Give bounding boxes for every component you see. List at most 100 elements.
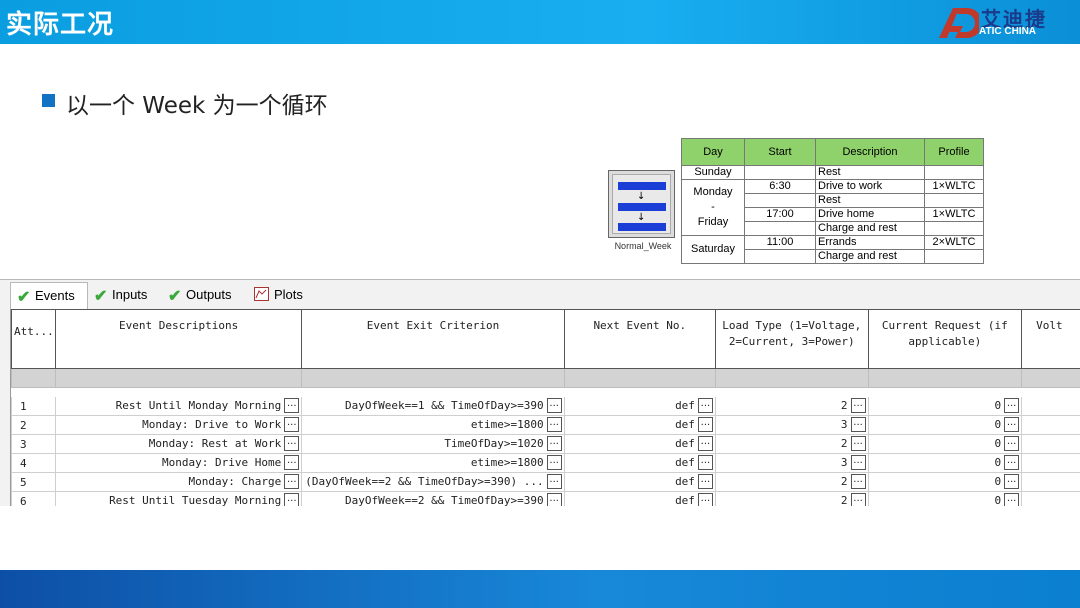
volt-cell[interactable] xyxy=(1021,472,1080,492)
ellipsis-button[interactable]: ... xyxy=(1004,493,1020,506)
tab-inputs[interactable]: ✔ Inputs xyxy=(88,282,164,308)
load-type-cell[interactable]: 2... xyxy=(714,491,869,506)
exit-criterion-cell[interactable]: etime>=1800... xyxy=(301,453,565,473)
volt-cell[interactable] xyxy=(1021,415,1080,435)
schedule-start: 17:00 xyxy=(744,207,816,222)
col-header-next-event[interactable]: Next Event No. xyxy=(563,309,716,369)
exit-criterion-cell[interactable]: etime>=1800... xyxy=(301,415,565,435)
next-event-cell[interactable]: def... xyxy=(563,491,716,506)
ellipsis-button[interactable]: ... xyxy=(546,436,562,451)
events-grid-container[interactable]: Att... Event Descriptions Event Exit Cri… xyxy=(10,309,1080,506)
volt-cell[interactable] xyxy=(1021,491,1080,506)
ellipsis-button[interactable]: ... xyxy=(850,455,866,470)
schedule-profile: 2×WLTC xyxy=(924,235,984,250)
ellipsis-button[interactable]: ... xyxy=(284,493,300,506)
table-row[interactable]: 3 Monday: Rest at Work... TimeOfDay>=1020.… xyxy=(11,434,1080,454)
ellipsis-button[interactable]: ... xyxy=(1004,474,1020,489)
exit-criterion-cell[interactable]: (DayOfWeek==2 && TimeOfDay>=390) ...... xyxy=(301,472,565,492)
ellipsis-button[interactable]: ... xyxy=(850,474,866,489)
schedule-day-saturday: Saturday xyxy=(681,235,745,264)
event-description-cell[interactable]: Monday: Rest at Work... xyxy=(54,434,303,454)
ellipsis-button[interactable]: ... xyxy=(546,493,562,506)
event-description-cell[interactable]: Monday: Charge... xyxy=(54,472,303,492)
current-request-cell[interactable]: 0... xyxy=(867,472,1023,492)
schedule-start xyxy=(744,249,816,264)
normal-week-block[interactable]: ↓ ↓ xyxy=(608,170,675,238)
down-arrow-icon: ↓ xyxy=(637,212,646,223)
volt-cell[interactable] xyxy=(1021,396,1080,416)
cell-value: Monday: Charge xyxy=(188,475,282,488)
current-request-cell[interactable]: 0... xyxy=(867,396,1023,416)
ellipsis-button[interactable]: ... xyxy=(284,417,300,432)
exit-criterion-cell[interactable]: DayOfWeek==2 && TimeOfDay>=390... xyxy=(301,491,565,506)
exit-criterion-cell[interactable]: DayOfWeek==1 && TimeOfDay>=390... xyxy=(301,396,565,416)
tab-plots[interactable]: Plots xyxy=(250,282,322,308)
ellipsis-button[interactable]: ... xyxy=(697,417,713,432)
cell-value: def xyxy=(675,456,695,469)
ellipsis-button[interactable]: ... xyxy=(546,417,562,432)
current-request-cell[interactable]: 0... xyxy=(867,453,1023,473)
next-event-cell[interactable]: def... xyxy=(563,434,716,454)
col-header-event-descriptions[interactable]: Event Descriptions xyxy=(54,309,303,369)
ellipsis-button[interactable]: ... xyxy=(1004,455,1020,470)
col-header-att[interactable]: Att... xyxy=(11,309,56,369)
load-type-cell[interactable]: 2... xyxy=(714,434,869,454)
ellipsis-button[interactable]: ... xyxy=(284,455,300,470)
tab-outputs[interactable]: ✔ Outputs xyxy=(162,282,246,308)
col-header-exit-criterion[interactable]: Event Exit Criterion xyxy=(301,309,565,369)
schedule-description: Charge and rest xyxy=(815,249,925,264)
ellipsis-button[interactable]: ... xyxy=(697,436,713,451)
tab-events[interactable]: ✔ Events xyxy=(10,282,88,309)
event-description-cell[interactable]: Rest Until Monday Morning... xyxy=(54,396,303,416)
ellipsis-button[interactable]: ... xyxy=(1004,398,1020,413)
day-friday: Friday xyxy=(697,216,729,228)
volt-cell[interactable] xyxy=(1021,453,1080,473)
col-header-load-type[interactable]: Load Type (1=Voltage, 2=Current, 3=Power… xyxy=(714,309,869,369)
load-type-cell[interactable]: 2... xyxy=(714,472,869,492)
load-type-cell[interactable]: 2... xyxy=(714,396,869,416)
ellipsis-button[interactable]: ... xyxy=(697,398,713,413)
table-row[interactable]: 6 Rest Until Tuesday Morning... DayOfWeek=… xyxy=(11,491,1080,506)
event-description-cell[interactable]: Monday: Drive to Work... xyxy=(54,415,303,435)
table-row[interactable]: 4 Monday: Drive Home... etime>=1800... def.… xyxy=(11,453,1080,473)
ellipsis-button[interactable]: ... xyxy=(697,455,713,470)
table-row[interactable]: 2 Monday: Drive to Work... etime>=1800... d… xyxy=(11,415,1080,435)
ellipsis-button[interactable]: ... xyxy=(1004,417,1020,432)
ellipsis-button[interactable]: ... xyxy=(850,398,866,413)
volt-cell[interactable] xyxy=(1021,434,1080,454)
table-row[interactable]: 5 Monday: Charge... (DayOfWeek==2 && TimeO… xyxy=(11,472,1080,492)
ellipsis-button[interactable]: ... xyxy=(546,474,562,489)
event-description-cell[interactable]: Rest Until Tuesday Morning... xyxy=(54,491,303,506)
events-grid: Att... Event Descriptions Event Exit Cri… xyxy=(11,309,1080,506)
ellipsis-button[interactable]: ... xyxy=(546,398,562,413)
ellipsis-button[interactable]: ... xyxy=(284,398,300,413)
next-event-cell[interactable]: def... xyxy=(563,415,716,435)
ellipsis-button[interactable]: ... xyxy=(697,474,713,489)
event-description-cell[interactable]: Monday: Drive Home... xyxy=(54,453,303,473)
ellipsis-button[interactable]: ... xyxy=(284,474,300,489)
next-event-cell[interactable]: def... xyxy=(563,472,716,492)
checkmark-icon: ✔ xyxy=(168,288,182,305)
cell-value: 2 xyxy=(840,399,848,412)
current-request-cell[interactable]: 0... xyxy=(867,491,1023,506)
table-row[interactable]: 1 Rest Until Monday Morning... DayOfWeek==… xyxy=(11,396,1080,416)
events-panel: ✔ Events ✔ Inputs ✔ Outputs Plots Att...… xyxy=(0,279,1080,506)
load-type-cell[interactable]: 3... xyxy=(714,453,869,473)
current-request-cell[interactable]: 0... xyxy=(867,415,1023,435)
current-request-cell[interactable]: 0... xyxy=(867,434,1023,454)
ellipsis-button[interactable]: ... xyxy=(1004,436,1020,451)
ellipsis-button[interactable]: ... xyxy=(546,455,562,470)
next-event-cell[interactable]: def... xyxy=(563,396,716,416)
ellipsis-button[interactable]: ... xyxy=(850,493,866,506)
load-type-cell[interactable]: 3... xyxy=(714,415,869,435)
ellipsis-button[interactable]: ... xyxy=(284,436,300,451)
ellipsis-button[interactable]: ... xyxy=(850,417,866,432)
schedule-profile xyxy=(924,165,984,180)
exit-criterion-cell[interactable]: TimeOfDay>=1020... xyxy=(301,434,565,454)
ellipsis-button[interactable]: ... xyxy=(850,436,866,451)
col-header-volt[interactable]: Volt xyxy=(1021,309,1080,369)
next-event-cell[interactable]: def... xyxy=(563,453,716,473)
ellipsis-button[interactable]: ... xyxy=(697,493,713,506)
bullet-square-icon xyxy=(42,94,55,107)
col-header-current-request[interactable]: Current Request (if applicable) xyxy=(867,309,1023,369)
